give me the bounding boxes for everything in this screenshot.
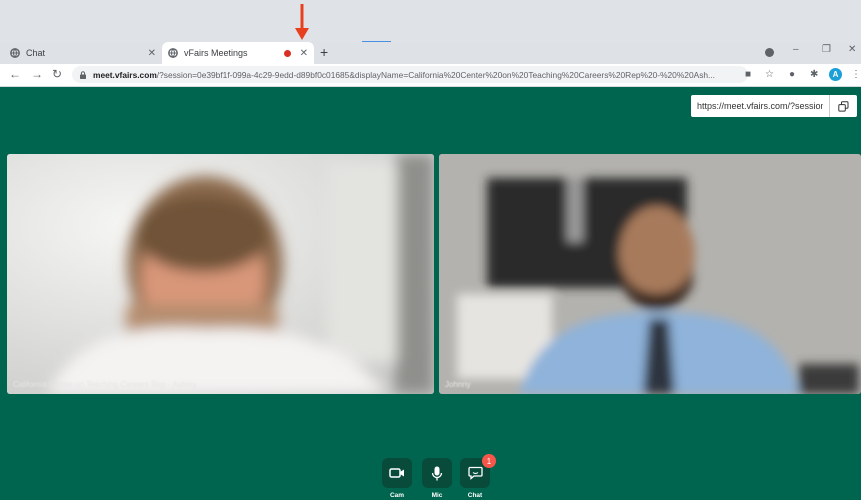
participant-name: Johnny [445,380,471,389]
puzzle-icon[interactable]: ✱ [810,69,818,80]
microphone-icon [431,466,443,480]
chat-unread-badge: 1 [482,454,496,468]
copy-link-button[interactable] [829,95,857,117]
desktop-top-band [0,0,861,42]
mic-button-face[interactable] [422,458,452,488]
participant-name: California Center on Teaching Careers Re… [13,380,197,389]
meeting-controls: Cam Mic Chat 1 [382,454,496,500]
cam-button-face[interactable] [382,458,412,488]
globe-icon [10,48,20,58]
meeting-link-input[interactable] [691,95,829,117]
tab-title: Chat [26,48,46,58]
camera-icon [389,468,404,478]
video-tile-participant-2[interactable]: Johnny [439,154,861,394]
close-tab-icon[interactable]: ✕ [148,48,156,59]
extension-icon[interactable]: ● [789,69,795,80]
restore-icon[interactable]: ❐ [822,44,831,55]
forward-arrow-icon[interactable]: → [31,67,43,81]
url-host: meet.vfairs.com [93,69,157,80]
recording-indicator-icon [283,49,291,57]
annotation-arrow-icon [295,4,309,40]
copy-icon [838,100,849,112]
chat-label: Chat [467,492,483,499]
kebab-menu-icon[interactable]: ⋮ [851,69,861,80]
chat-bubble-icon [467,466,483,480]
reload-icon[interactable]: ↻ [52,67,62,81]
camera-in-use-icon[interactable]: ■ [745,69,751,80]
participant-video [439,154,861,394]
close-window-icon[interactable]: ✕ [848,44,856,55]
close-tab-icon[interactable]: ✕ [300,48,308,59]
address-bar[interactable]: meet.vfairs.com/?session=0e39bf1f-099a-4… [72,66,748,83]
mic-label: Mic [431,492,443,499]
tab-vfairs-meetings[interactable]: vFairs Meetings ✕ [162,42,314,64]
meeting-link-box [691,95,857,117]
participant-video [7,154,434,394]
tab-chat[interactable]: Chat ✕ [4,42,162,64]
cam-button[interactable]: Cam [382,458,412,500]
tab-title: vFairs Meetings [184,48,248,58]
back-arrow-icon[interactable]: ← [9,67,21,81]
tab-strip: Chat ✕ vFairs Meetings ✕ [0,42,861,64]
globe-icon [168,48,178,58]
url-path: /?session=0e39bf1f-099a-4c29-9edd-d89bf0… [156,69,716,80]
media-indicator-icon[interactable] [765,48,774,57]
profile-avatar[interactable]: A [829,68,842,81]
new-tab-button[interactable]: + [320,44,328,60]
minimize-icon[interactable]: – [793,44,799,55]
video-tile-participant-1[interactable]: California Center on Teaching Careers Re… [7,154,434,394]
cam-label: Cam [389,492,405,499]
mic-button[interactable]: Mic [422,458,452,500]
browser-toolbar: ← → ↻ meet.vfairs.com/?session=0e39bf1f-… [0,64,861,87]
lock-icon [80,70,86,79]
bookmark-star-icon[interactable]: ☆ [765,69,774,80]
